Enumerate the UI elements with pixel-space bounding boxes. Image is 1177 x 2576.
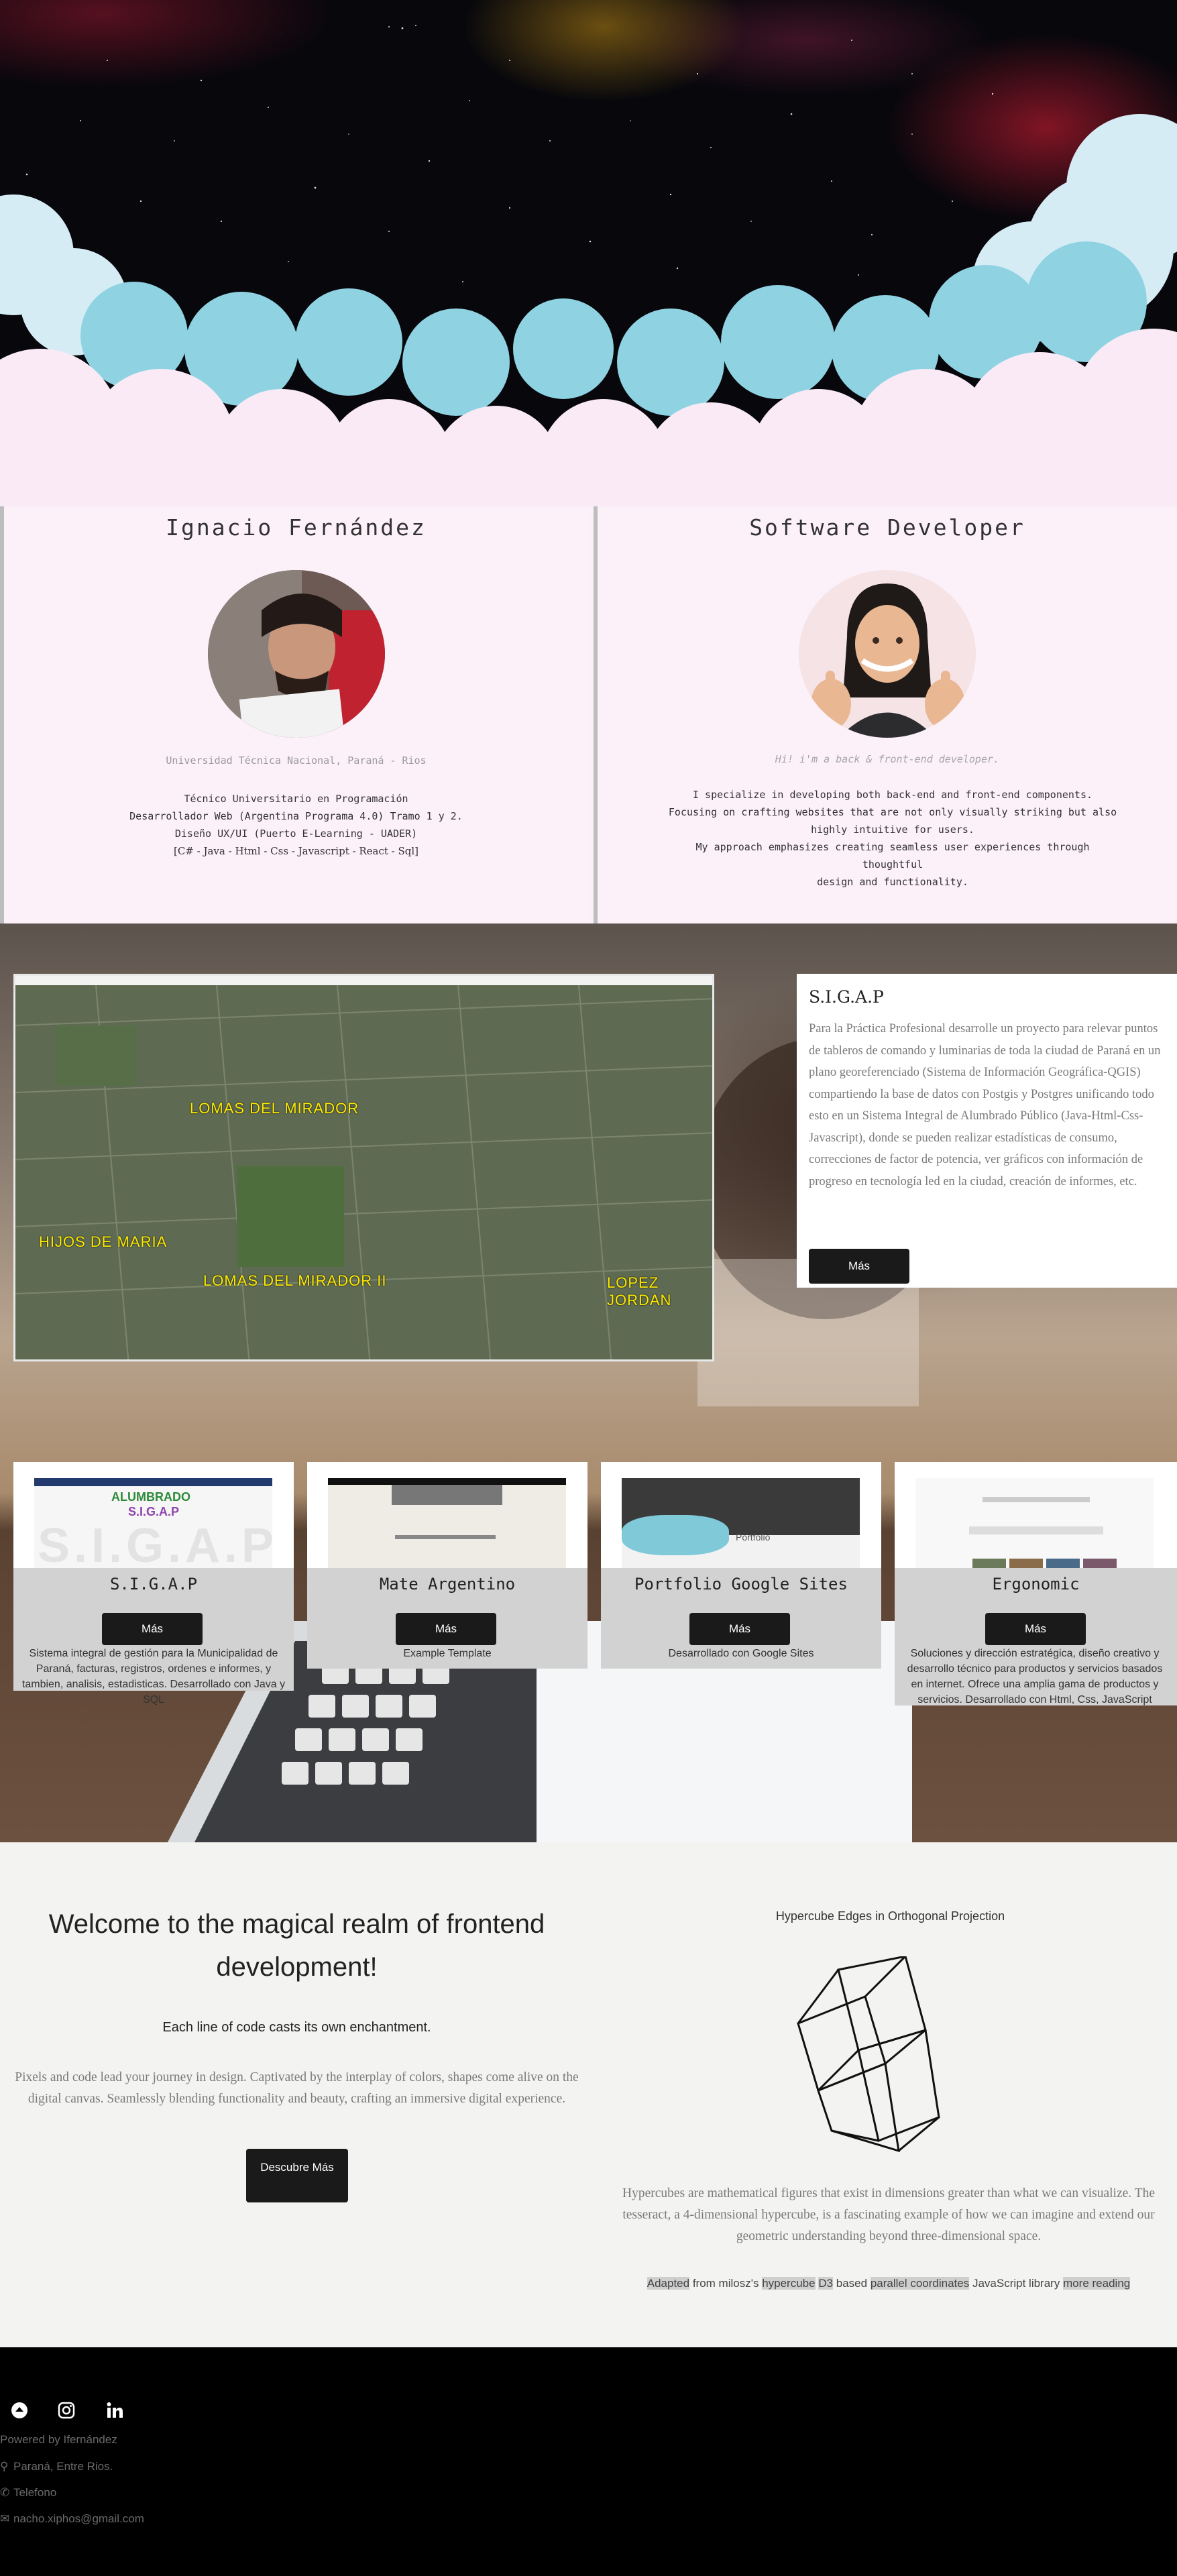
hypercube-credit: Adapted from milosz's hypercube D3 based… xyxy=(600,2277,1177,2290)
footer-email[interactable]: ✉ nacho.xiphos@gmail.com xyxy=(0,2512,144,2526)
project-name: Portfolio Google Sites xyxy=(634,1575,848,1593)
credit-link-hypercube[interactable]: hypercube xyxy=(762,2277,816,2290)
credit-link-more[interactable]: more reading xyxy=(1063,2277,1131,2290)
frontend-heading: Welcome to the magical realm of frontend… xyxy=(48,1909,545,1982)
email-text: nacho.xiphos@gmail.com xyxy=(13,2512,144,2525)
project-thumbnail-card xyxy=(307,1462,587,1602)
project-description: Soluciones y dirección estratégica, dise… xyxy=(907,1648,1163,1705)
linkedin-icon[interactable] xyxy=(105,2401,124,2420)
role-description: I specialize in developing both back-end… xyxy=(665,786,1121,891)
description-line: My approach emphasizes creating seamless… xyxy=(695,841,1090,871)
stars xyxy=(25,25,994,283)
credit-text: based xyxy=(833,2277,871,2290)
featured-title: S.I.G.A.P xyxy=(809,987,884,1007)
greeting-text: Hi! i'm a back & front-end developer. xyxy=(775,753,1000,765)
description-line: Focusing on crafting websites that are n… xyxy=(668,806,1117,818)
university-text: Universidad Técnica Nacional, Paraná - R… xyxy=(166,754,427,767)
location-pin-icon: ⚲ xyxy=(0,2460,9,2473)
instagram-icon[interactable] xyxy=(57,2401,76,2420)
credit-link-d3[interactable]: D3 xyxy=(818,2277,834,2290)
sigap-map-screenshot: LOMAS DEL MIRADOR HIJOS DE MARIA LOMAS D… xyxy=(13,974,714,1361)
credit-text: from milosz's xyxy=(689,2277,763,2290)
project-thumbnail-card: Portfolio xyxy=(601,1462,881,1602)
project-description: Sistema integral de gestión para la Muni… xyxy=(21,1648,286,1705)
tech-stack: [C# - Java - Html - Css - Javascript - R… xyxy=(173,845,419,857)
project-info: Ergonomic Más Soluciones y dirección est… xyxy=(895,1568,1177,1705)
hypercube-title: Hypercube Edges in Orthogonal Projection xyxy=(775,1909,1005,1923)
frontend-paragraph: Pixels and code lead your journey in des… xyxy=(15,2070,579,2106)
project-name: S.I.G.A.P xyxy=(109,1575,198,1593)
map-label: LOMAS DEL MIRADOR II xyxy=(203,1272,387,1289)
project-thumbnail-card xyxy=(895,1462,1177,1602)
whatsapp-icon: ✆ xyxy=(0,2486,10,2499)
discover-more-button[interactable]: Descubre Más xyxy=(246,2149,348,2202)
projects-section: LOMAS DEL MIRADOR HIJOS DE MARIA LOMAS D… xyxy=(0,923,1177,1842)
credit-link-parallel[interactable]: parallel coordinates xyxy=(870,2277,970,2290)
map-label: LOPEZ JORDAN xyxy=(607,1274,672,1308)
profile-name: Ignacio Fernández xyxy=(166,514,427,541)
project-more-button[interactable]: Más xyxy=(689,1613,790,1645)
footer-location: ⚲ Paraná, Entre Rios. xyxy=(0,2460,113,2473)
phone-text: Telefono xyxy=(13,2486,57,2499)
project-name: Mate Argentino xyxy=(379,1575,516,1593)
hypercube-paragraph: Hypercubes are mathematical figures that… xyxy=(622,2186,1155,2243)
project-description: Example Template xyxy=(403,1648,492,1659)
project-thumbnail-card: ALUMBRADO S.I.G.A.P S.I.G.A.P xyxy=(13,1462,294,1602)
description-line: highly intuitive for users. xyxy=(811,824,974,836)
project-more-button[interactable]: Más xyxy=(396,1613,496,1645)
map-label: LOMAS DEL MIRADOR xyxy=(190,1100,359,1117)
thumb-watermark: S.I.G.A.P xyxy=(38,1519,272,1573)
description-line: design and functionality. xyxy=(817,876,968,888)
credit-text: JavaScript library xyxy=(969,2277,1064,2290)
credit-link-adapted[interactable]: Adapted xyxy=(647,2277,690,2290)
project-info: Portfolio Google Sites Más Desarrollado … xyxy=(601,1568,881,1669)
thumb-logo-bottom: S.I.G.A.P xyxy=(128,1505,180,1518)
location-text: Paraná, Entre Rios. xyxy=(13,2460,113,2473)
project-description: Desarrollado con Google Sites xyxy=(668,1648,814,1659)
frontend-section: Welcome to the magical realm of frontend… xyxy=(0,1842,1177,2347)
profile-card: Ignacio Fernández Universidad Técnica Na… xyxy=(0,506,588,923)
hypercube-graphic xyxy=(797,1956,940,2153)
featured-description: Para la Práctica Profesional desarrolle … xyxy=(809,1022,1161,1188)
powered-by: Powered by Ifernández xyxy=(0,2433,117,2446)
project-info: Mate Argentino Más Example Template xyxy=(307,1568,587,1669)
frontend-subheading: Each line of code casts its own enchantm… xyxy=(162,2020,431,2035)
project-name: Ergonomic xyxy=(992,1575,1080,1593)
project-more-button[interactable]: Más xyxy=(985,1613,1086,1645)
credential-item: Diseño UX/UI (Puerto E-Learning - UADER) xyxy=(174,828,418,840)
circle-logo-icon[interactable] xyxy=(10,2401,29,2420)
featured-more-button[interactable]: Más xyxy=(809,1249,909,1284)
map-label: HIJOS DE MARIA xyxy=(39,1233,168,1250)
footer-phone[interactable]: ✆ Telefono xyxy=(0,2486,56,2500)
night-sky-clouds xyxy=(0,25,1177,506)
credential-item: Técnico Universitario en Programación xyxy=(184,793,408,805)
project-more-button[interactable]: Más xyxy=(102,1613,203,1645)
project-info: S.I.G.A.P Más Sistema integral de gestió… xyxy=(13,1568,294,1705)
credentials-list: Técnico Universitario en Programación De… xyxy=(4,790,588,860)
role-card: Software Developer Hi! i'm a back & fron… xyxy=(594,506,1177,923)
profile-photo xyxy=(207,570,385,738)
credential-item: Desarrollador Web (Argentina Programa 4.… xyxy=(129,810,463,822)
hero-banner xyxy=(0,0,1177,506)
thumb-portfolio-word: Portfolio xyxy=(736,1532,771,1543)
description-line: I specialize in developing both back-end… xyxy=(692,789,1093,801)
role-title: Software Developer xyxy=(749,514,1025,541)
footer: Powered by Ifernández ⚲ Paraná, Entre Rio… xyxy=(0,2347,1177,2576)
window-titlebar xyxy=(15,976,712,985)
featured-project-card: S.I.G.A.P Para la Práctica Profesional d… xyxy=(797,974,1177,1288)
developer-avatar xyxy=(799,570,976,738)
thumb-logo-top: ALUMBRADO xyxy=(111,1490,190,1504)
envelope-icon: ✉ xyxy=(0,2512,10,2525)
